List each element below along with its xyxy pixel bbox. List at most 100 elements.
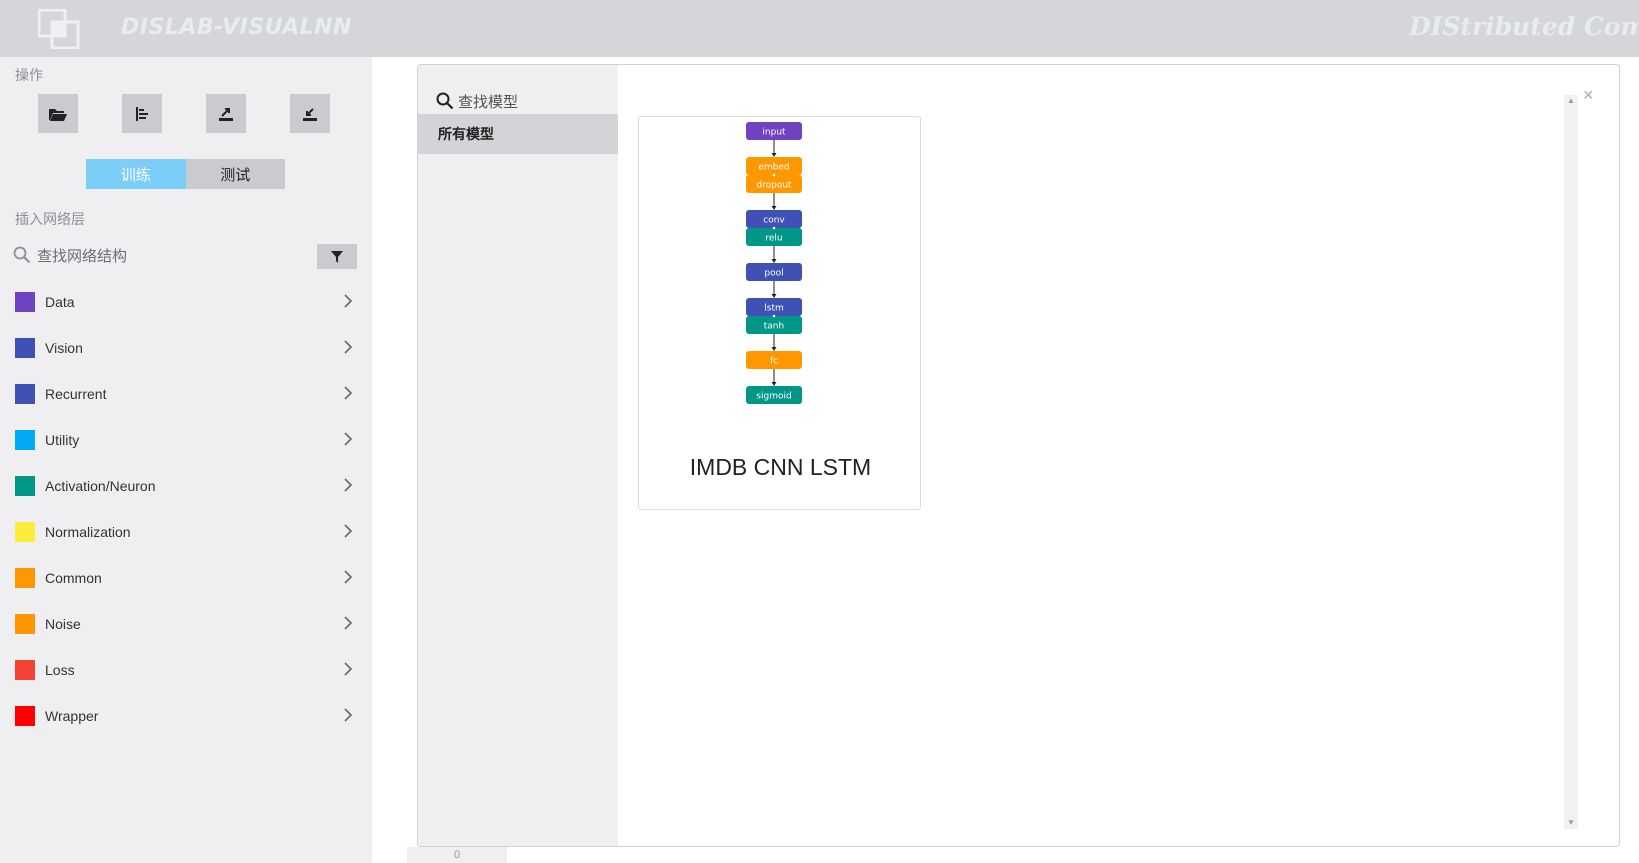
diagram-node-lstm-tanh: lstm tanh [746,298,802,334]
filter-icon [331,250,343,263]
app-tagline: DIStributed Compu [1409,12,1639,41]
app-brand: DISLAB-VISUALNN [121,15,352,40]
color-swatch [15,430,35,450]
diagram-label-embed: embed [758,163,789,173]
diagram-label-sigmoid: sigmoid [756,392,791,402]
diagram-node-embed-dropout: embed dropout [746,157,802,193]
search-icon [436,92,454,110]
layer-category-list: Data Vision Recurrent Utility Activation/Neu… [0,279,372,739]
bottom-tab[interactable]: 0 [407,847,507,863]
model-search[interactable]: 查找模型 [436,89,518,113]
mode-toggle: 训练 测试 [86,159,285,189]
color-swatch [15,384,35,404]
open-file-button[interactable] [38,94,78,133]
chevron-right-icon [344,616,353,630]
layer-category-noise[interactable]: Noise [0,601,372,647]
model-title: IMDB CNN LSTM [689,454,872,480]
layer-category-label: Noise [45,616,81,632]
model-category-panel: 查找模型 所有模型 [418,65,618,846]
diagram-arrowhead [771,294,777,298]
scroll-up-icon[interactable]: ▲ [1567,97,1575,105]
scroll-down-icon[interactable]: ▼ [1567,819,1575,827]
layer-category-label: Common [45,570,102,586]
app-header: DISLAB-VISUALNN DIStributed Compu [0,0,1639,57]
color-swatch [15,292,35,312]
diagram-node-input: input [746,122,802,140]
export-icon [219,107,233,121]
diagram-label-dropout: dropout [756,181,792,191]
color-swatch [15,660,35,680]
diagram-arrowhead [771,206,777,210]
ops-section-label: 操作 [15,67,43,83]
layer-category-label: Normalization [45,524,131,540]
align-button[interactable] [122,94,162,133]
diagram-label-input: input [762,128,786,138]
import-icon [303,107,317,121]
scrollbar[interactable]: ▲ ▼ [1564,95,1578,829]
color-swatch [15,568,35,588]
import-button[interactable] [290,94,330,133]
model-diagram: input embed dropout conv relu pool lstm tanh fc s… [746,122,802,404]
export-button[interactable] [206,94,246,133]
align-left-icon [136,106,148,121]
layer-category-recurrent[interactable]: Recurrent [0,371,372,417]
diagram-node-pool: pool [746,263,802,281]
chevron-right-icon [344,432,353,446]
folder-open-icon [49,108,67,121]
close-dialog-button[interactable]: × [1583,85,1594,106]
chevron-right-icon [344,478,353,492]
logo-squares-icon [38,9,80,49]
layer-category-label: Vision [45,340,83,356]
layer-category-wrapper[interactable]: Wrapper [0,693,372,739]
diagram-label-conv: conv [763,216,785,226]
layer-search-row [13,242,357,270]
layer-category-normalization[interactable]: Normalization [0,509,372,555]
train-mode-button[interactable]: 训练 [86,159,186,189]
diagram-arrowhead [771,259,777,263]
color-swatch [15,614,35,634]
layer-category-vision[interactable]: Vision [0,325,372,371]
layer-category-label: Loss [45,662,75,678]
test-mode-button[interactable]: 测试 [185,159,285,189]
layer-search-input[interactable] [37,242,317,270]
diagram-arrowhead [771,347,777,351]
sidebar: 操作 训练 测试 插入网络层 查找网络结构 Data Vision Recurr… [0,57,372,863]
insert-layer-label: 插入网络层 [15,211,85,227]
layer-category-label: Utility [45,432,80,448]
color-swatch [15,522,35,542]
layer-category-data[interactable]: Data [0,279,372,325]
layer-category-loss[interactable]: Loss [0,647,372,693]
layer-category-label: Wrapper [45,708,99,724]
chevron-right-icon [344,340,353,354]
layer-category-utility[interactable]: Utility [0,417,372,463]
diagram-arrowhead [771,382,777,386]
layer-category-label: Activation/Neuron [45,478,156,494]
layer-category-common[interactable]: Common [0,555,372,601]
diagram-merge-dot [772,173,776,177]
color-swatch [15,338,35,358]
chevron-right-icon [344,386,353,400]
diagram-label-fc: fc [770,357,778,367]
search-icon [13,246,31,264]
diagram-node-conv-relu: conv relu [746,210,802,246]
chevron-right-icon [344,662,353,676]
diagram-label-lstm: lstm [764,304,784,314]
model-search-label: 查找模型 [458,93,519,111]
diagram-label-relu: relu [765,234,782,244]
diagram-merge-dot [772,314,776,318]
model-card[interactable]: input embed dropout conv relu pool lstm tanh fc s… [638,116,921,510]
diagram-merge-dot [772,226,776,230]
chevron-right-icon [344,708,353,722]
layer-category-label: Data [45,294,75,310]
diagram-arrowhead [771,153,777,157]
layer-category-activation-neuron[interactable]: Activation/Neuron [0,463,372,509]
color-swatch [15,706,35,726]
chevron-right-icon [344,570,353,584]
diagram-label-tanh: tanh [764,322,784,332]
category-all-models[interactable]: 所有模型 [418,114,618,154]
filter-button[interactable] [317,244,357,269]
model-picker-dialog: 查找模型 所有模型 input embed dropout conv relu pool l… [417,64,1620,847]
diagram-node-fc: fc [746,351,802,369]
color-swatch [15,476,35,496]
layer-category-label: Recurrent [45,386,107,402]
